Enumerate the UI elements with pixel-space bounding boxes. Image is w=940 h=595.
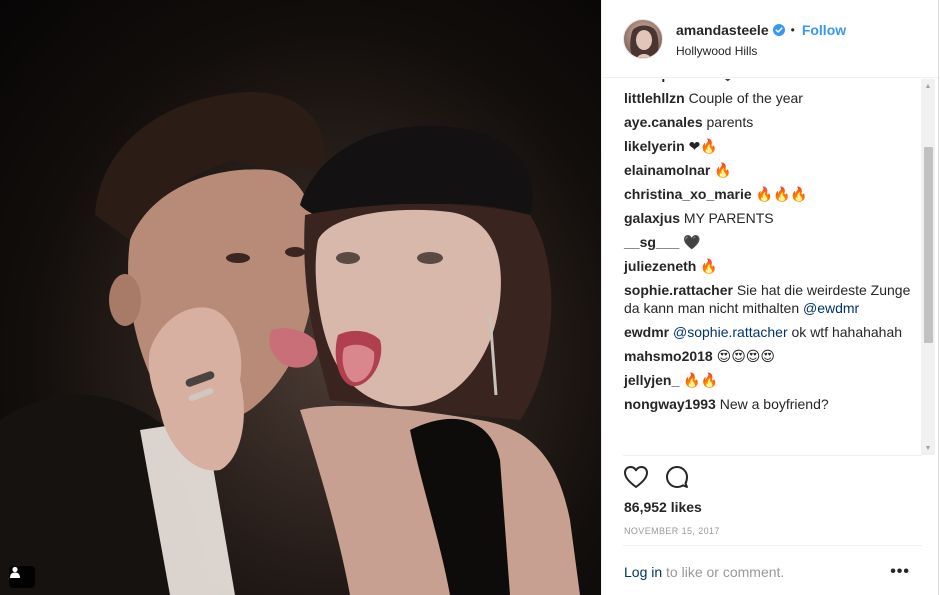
comments-scrollbar[interactable]: ▲ ▼ <box>921 79 935 455</box>
comment-author[interactable]: elainamolnar <box>624 162 710 178</box>
comment-author[interactable]: christina_xo_marie <box>624 186 752 202</box>
scroll-down-arrow[interactable]: ▼ <box>921 441 935 455</box>
scroll-up-arrow[interactable]: ▲ <box>921 79 935 93</box>
comment-text: 🔥 <box>714 162 732 178</box>
comment-author[interactable]: likelyerin <box>624 138 685 154</box>
comment-item: aye.canales parents <box>624 113 914 131</box>
comment-author[interactable]: nongway1993 <box>624 396 716 412</box>
comment-author[interactable]: ewdmr <box>624 324 669 340</box>
separator-dot: • <box>790 22 795 37</box>
comment-item: likelyerin ❤🔥 <box>624 137 914 155</box>
like-button[interactable] <box>623 465 649 489</box>
comment-text: Couple of the year <box>688 90 803 106</box>
comment-text: 🔥 <box>700 258 718 274</box>
divider <box>623 455 922 456</box>
comment-text: ❤🔥 <box>688 138 718 154</box>
comment-item: christina_xo_marie 🔥🔥🔥 <box>624 185 914 203</box>
comment-author[interactable]: galaxjus <box>624 210 680 226</box>
comment-item: elainamolnar 🔥 <box>624 161 914 179</box>
comment-item: galaxjus MY PARENTS <box>624 209 914 227</box>
post-actions <box>623 465 689 489</box>
location-link[interactable]: Hollywood Hills <box>676 44 846 58</box>
comment-mention[interactable]: @sophie.rattacher <box>673 324 788 340</box>
comment-author[interactable]: aye.canales <box>624 114 703 130</box>
avatar[interactable] <box>623 18 663 59</box>
comment-item: nongway1993 New a boyfriend? <box>624 395 914 413</box>
comment-item: sarahpeaurce 🖤 <box>624 79 914 83</box>
user-tag-icon <box>10 566 20 578</box>
verified-badge-icon <box>772 23 785 36</box>
divider <box>623 545 922 546</box>
comment-text: 🖤 <box>719 79 736 82</box>
login-link[interactable]: Log in <box>624 564 662 580</box>
comment-author[interactable]: littlehllzn <box>624 90 685 106</box>
comment-item: ewdmr @sophie.rattacher ok wtf hahahahah <box>624 323 914 341</box>
comment-text: parents <box>706 114 754 130</box>
comment-item: sophie.rattacher Sie hat die weirdeste Z… <box>624 281 914 317</box>
login-prompt: Log in to like or comment. <box>624 564 784 580</box>
comment-author[interactable]: jellyjen_ <box>624 372 679 388</box>
comment-text: 😍😍😍😍 <box>716 348 775 364</box>
likes-count[interactable]: 86,952 likes <box>624 499 702 515</box>
comment-author[interactable]: juliezeneth <box>624 258 696 274</box>
post-date[interactable]: NOVEMBER 15, 2017 <box>624 526 720 536</box>
post-photo[interactable] <box>0 0 601 595</box>
follow-button[interactable]: Follow <box>802 22 846 38</box>
comment-text: 🖤 <box>683 234 701 250</box>
comment-text: 🔥🔥 <box>683 372 719 388</box>
photo-illustration <box>0 92 580 595</box>
login-prompt-text: to like or comment. <box>662 564 785 580</box>
comment-author[interactable]: sophie.rattacher <box>624 282 733 298</box>
post-header: amandasteele • Follow Hollywood Hills <box>602 0 938 78</box>
comment-author[interactable]: sarahpeaurce <box>624 79 715 82</box>
comment-text: MY PARENTS <box>683 210 774 226</box>
comment-item: jellyjen_ 🔥🔥 <box>624 371 914 389</box>
comment-text: 🔥🔥🔥 <box>755 186 808 202</box>
post-sidebar: amandasteele • Follow Hollywood Hills sa… <box>601 0 939 595</box>
comment-text-after: ok wtf hahahahah <box>787 324 903 340</box>
user-tag-button[interactable] <box>9 566 35 588</box>
avatar-image <box>630 25 659 58</box>
scrollbar-thumb[interactable] <box>924 147 933 343</box>
comment-mention[interactable]: @ewdmr <box>803 300 859 316</box>
comment-author[interactable]: __sg___ <box>624 234 679 250</box>
comment-author[interactable]: mahsmo2018 <box>624 348 713 364</box>
more-options-button[interactable]: ••• <box>890 563 910 581</box>
comment-item: mahsmo2018 😍😍😍😍 <box>624 347 914 365</box>
comment-item: __sg___ 🖤 <box>624 233 914 251</box>
username[interactable]: amandasteele <box>676 22 769 38</box>
comment-bubble-icon <box>666 466 688 488</box>
comment-text: New a boyfriend? <box>719 396 829 412</box>
comment-button[interactable] <box>665 465 689 489</box>
comment-item: littlehllzn Couple of the year <box>624 89 914 107</box>
comment-item: juliezeneth 🔥 <box>624 257 914 275</box>
comments-list[interactable]: sarahpeaurce 🖤 littlehllzn Couple of the … <box>602 79 938 455</box>
heart-outline-icon <box>624 466 648 488</box>
